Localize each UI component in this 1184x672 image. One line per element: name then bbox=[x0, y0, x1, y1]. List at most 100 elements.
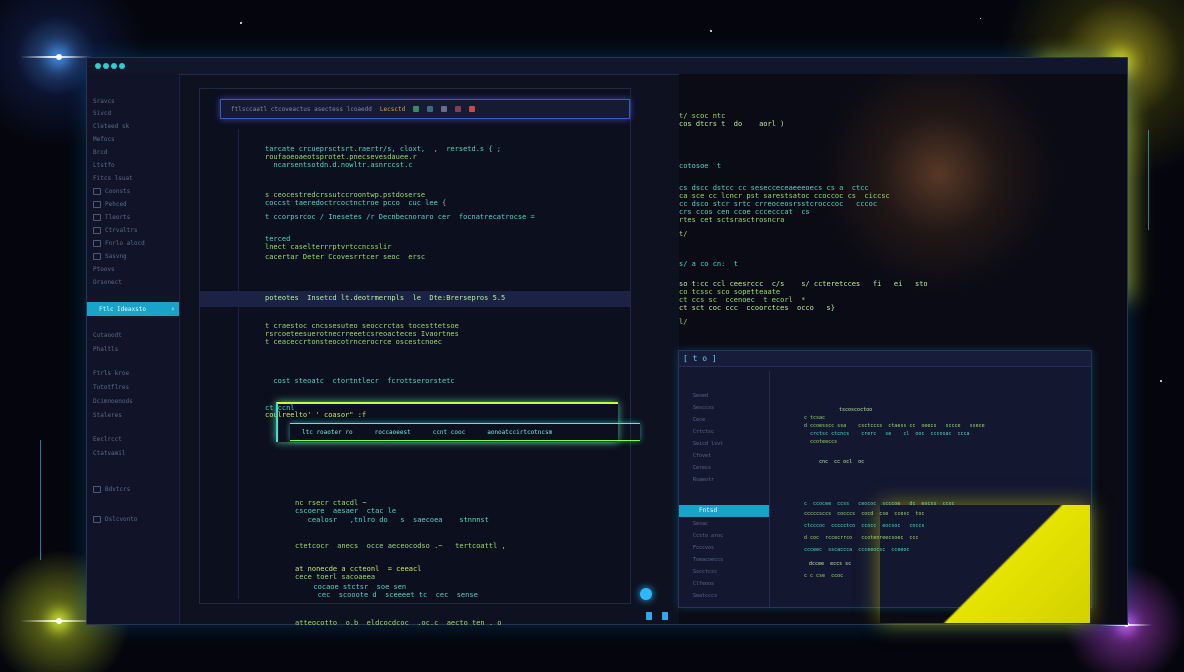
code-line: t ccorpsrcoc / Inesetes /r Decnbecnoraro… bbox=[265, 213, 535, 221]
sidebar-item-label: Dcimnoenods bbox=[93, 397, 133, 405]
sidebar-item-label: Sivcd bbox=[93, 109, 112, 117]
sidebar-item[interactable]: Tleorts bbox=[93, 212, 130, 222]
sidebar-item[interactable]: Fitcs lsuat bbox=[93, 173, 133, 183]
code-line: cec scooote d sceeeet tc cec sense bbox=[305, 591, 478, 599]
status-icon[interactable] bbox=[662, 612, 668, 620]
sidebar-item[interactable]: Orsonect bbox=[93, 277, 122, 287]
flare bbox=[20, 56, 92, 58]
sidebar-item[interactable]: Coonsts bbox=[93, 186, 130, 196]
title-bar bbox=[87, 58, 1127, 75]
sidebar-item[interactable]: Phaltls bbox=[93, 344, 118, 354]
code-line: cnc cc ocl oc bbox=[819, 459, 865, 465]
sidebar-item-active[interactable]: Ftlc Ideaxsto › bbox=[87, 302, 179, 316]
sidebar-item[interactable]: Clfeoos bbox=[693, 581, 714, 587]
sidebar-item[interactable]: Seicd lsvt bbox=[693, 441, 723, 447]
sidebar-item[interactable]: Ctrvaltrs bbox=[93, 225, 138, 235]
sidebar-item[interactable]: Brcd bbox=[93, 147, 107, 157]
sidebar-item-active[interactable]: Fntsd bbox=[679, 505, 769, 517]
sidebar-item[interactable]: Ccsto aroc bbox=[693, 533, 723, 539]
code-line: ncarsentsotdn.d.nowltr.asnrccst.c bbox=[265, 161, 413, 169]
sidebar-item[interactable]: Tutotflres bbox=[93, 382, 129, 392]
output-line: co tcssc sco sopetteaate bbox=[679, 288, 781, 296]
sidebar-item-label: Ftlc Ideaxsto bbox=[99, 305, 146, 313]
sidebar-item[interactable]: Cfovet bbox=[693, 453, 711, 459]
output-line: ct sct coc ccc ccoorctces occo s} bbox=[679, 304, 835, 312]
sidebar-item[interactable]: Dslcvonto bbox=[93, 514, 138, 524]
sidebar-item-label: Phaltls bbox=[93, 345, 119, 353]
sidebar-item-label: Cleteed sk bbox=[93, 122, 130, 130]
sidebar-item[interactable]: Sesac bbox=[693, 521, 708, 527]
sidebar-item[interactable]: Rsaeotr bbox=[693, 477, 714, 483]
sidebar-item[interactable]: Ftrls kroe bbox=[93, 368, 129, 378]
output-line: cc dsco stcr srtc crreoceosrsstcrocccoc … bbox=[679, 200, 878, 208]
sidebar-item[interactable]: Staleres bbox=[93, 410, 122, 420]
circuit-line bbox=[40, 440, 59, 560]
sidebar-item-label: Mefocs bbox=[93, 135, 115, 143]
output-line: cs dscc dstcc cc sesecceceaeeeoecs cs a … bbox=[679, 184, 869, 192]
folder-icon bbox=[93, 200, 101, 208]
code-line: cost steoatc ctortntlecr fcrottserorstet… bbox=[265, 377, 455, 385]
sidebar-item-label: Cutaoodt bbox=[93, 331, 122, 339]
window-title: [ t o ] bbox=[679, 351, 1091, 367]
sidebar-item[interactable]: Cleteed sk bbox=[93, 121, 129, 131]
output-line: rtes cet sctsrasctrosncra bbox=[679, 216, 785, 224]
line-number-gutter bbox=[220, 129, 239, 599]
toolbar-button-icon[interactable] bbox=[441, 106, 448, 112]
code-line: tarcate crcueprsctsrt.raertr/s, cloxt, ,… bbox=[265, 145, 502, 153]
toolbar-text: ftlsccaatl ctcoveactus asectess lcoaedd bbox=[231, 105, 372, 113]
sidebar-item[interactable]: Fcccvos bbox=[693, 545, 714, 551]
toolbar-button-icon[interactable] bbox=[455, 106, 462, 112]
code-line: c c cse ccoc bbox=[804, 573, 844, 579]
sidebar-item[interactable]: Sasvng bbox=[93, 251, 127, 261]
sidebar-item[interactable]: Bdvtcrs bbox=[93, 484, 130, 494]
output-line: ca sce cc lcncr pst sarestsatoc ccoccoc … bbox=[679, 192, 890, 200]
code-line: poteotes Insetcd lt.deotrmernpls le Dte:… bbox=[265, 294, 506, 302]
sidebar-item[interactable]: Dcimnoenods bbox=[93, 396, 133, 406]
window-control-icon[interactable] bbox=[103, 63, 109, 69]
sidebar-item-label: Fitcs lsuat bbox=[93, 174, 133, 182]
toolbar-button-icon[interactable] bbox=[469, 106, 476, 112]
output-line: cos dtcrs t do aorl ) bbox=[679, 120, 785, 128]
sidebar-item-label: Ctrvaltrs bbox=[105, 226, 138, 234]
sidebar-item[interactable]: Cece bbox=[693, 417, 705, 423]
sidebar-item[interactable]: Ctatvamil bbox=[93, 448, 126, 458]
sidebar-item[interactable]: Cerecs bbox=[693, 465, 711, 471]
sidebar-item[interactable]: Ltstfo bbox=[93, 160, 115, 170]
code-line: dccee eccs sc bbox=[809, 561, 852, 567]
code-line: ctetcocr anecs occe aeceocodso .~ tertco… bbox=[295, 542, 506, 550]
folder-icon bbox=[93, 239, 101, 247]
window-control-icon[interactable] bbox=[95, 63, 101, 69]
star bbox=[710, 30, 712, 32]
sidebar-item[interactable]: Sesccss bbox=[693, 405, 714, 411]
sidebar-item[interactable]: Ptoovs bbox=[93, 264, 115, 274]
code-line: c tcsac bbox=[804, 415, 826, 421]
toolbar-button-icon[interactable] bbox=[427, 106, 434, 112]
sidebar-item-label: Ptoovs bbox=[93, 265, 115, 273]
sidebar-item-label: Coonsts bbox=[105, 187, 131, 195]
sidebar-item[interactable]: Crtctsc bbox=[693, 429, 714, 435]
sidebar-item[interactable]: Sravcs bbox=[93, 96, 115, 106]
sidebar-item[interactable]: Fnrlo alocd bbox=[93, 238, 145, 248]
sidebar-item[interactable]: Pehced bbox=[93, 199, 127, 209]
code-line: tscoscoctoo bbox=[839, 407, 873, 413]
code-line: lnect caselterrrptvrtccncsslir bbox=[265, 243, 392, 251]
window-control-icon[interactable] bbox=[111, 63, 117, 69]
toolbar-label[interactable]: Lecsctd bbox=[380, 106, 405, 113]
sidebar-item[interactable]: Toeacoeccs bbox=[693, 557, 723, 563]
editor-toolbar: ftlsccaatl ctcoveactus asectess lcoaedd … bbox=[220, 99, 630, 119]
sidebar-item-label: Sravcs bbox=[93, 97, 115, 105]
sidebar-item[interactable]: Seatcccs bbox=[693, 593, 717, 599]
neon-label: roccaoeest bbox=[374, 428, 411, 436]
folder-icon bbox=[93, 213, 101, 221]
status-icon[interactable] bbox=[646, 612, 652, 620]
chevron-right-icon: › bbox=[170, 305, 175, 313]
sidebar-item[interactable]: Mefocs bbox=[93, 134, 115, 144]
sidebar-item[interactable]: Cutaoodt bbox=[93, 330, 122, 340]
toolbar-button-icon[interactable] bbox=[413, 106, 420, 112]
window-control-icon[interactable] bbox=[119, 63, 125, 69]
sidebar-item[interactable]: Eeclrcct bbox=[93, 434, 122, 444]
sidebar-item[interactable]: Sscctcsc bbox=[693, 569, 717, 575]
sidebar-item[interactable]: Sivcd bbox=[93, 108, 111, 118]
code-editor[interactable]: ftlsccaatl ctcoveactus asectess lcoaedd … bbox=[199, 88, 631, 627]
sidebar-item[interactable]: Sesed bbox=[693, 393, 708, 399]
